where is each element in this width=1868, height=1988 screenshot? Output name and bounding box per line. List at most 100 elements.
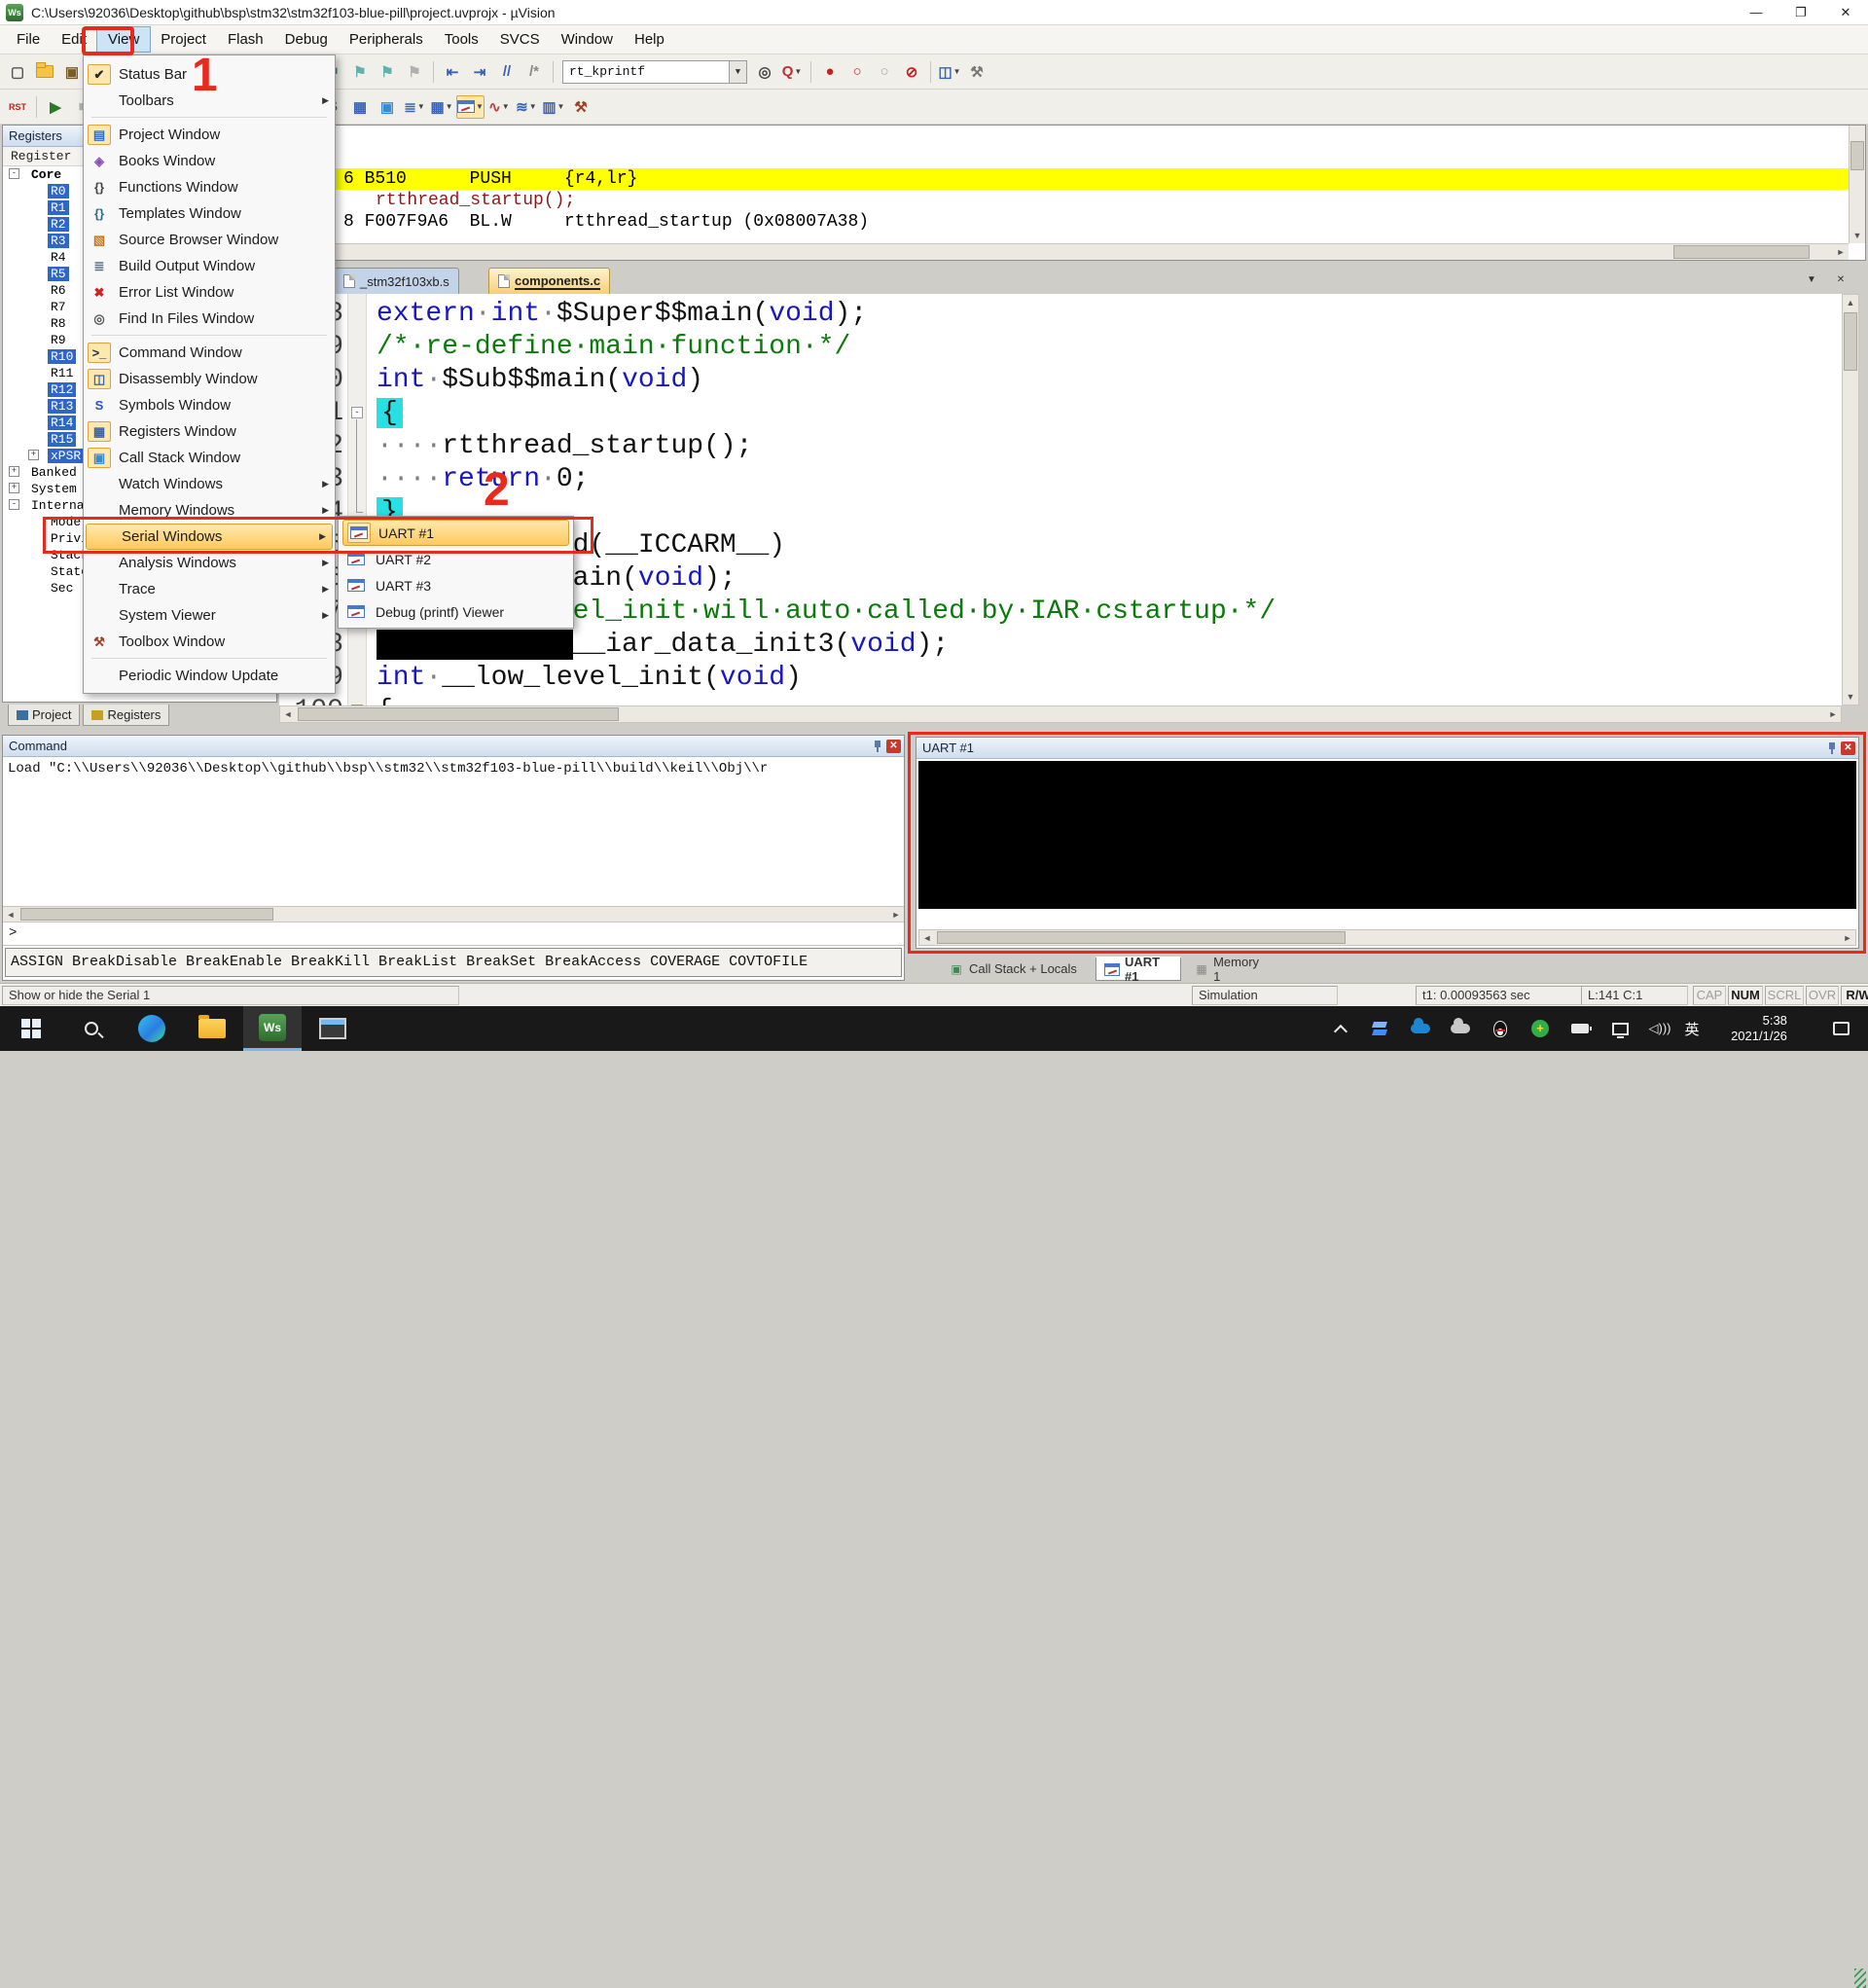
find-icon[interactable]: Q ▼ [779, 60, 805, 84]
tab-list-icon[interactable]: ▼ [1802, 271, 1821, 289]
window-layout-icon[interactable]: ◫ ▼ [937, 60, 962, 84]
file-explorer-icon[interactable] [183, 1006, 241, 1051]
menu-window[interactable]: Window [551, 27, 624, 52]
menu-tools[interactable]: Tools [434, 27, 489, 52]
app-stack-icon[interactable] [1361, 1006, 1400, 1051]
battery-icon[interactable] [1561, 1006, 1599, 1051]
comment-icon[interactable]: // [494, 60, 520, 84]
memory-windows-icon[interactable]: ▦ ▼ [429, 95, 454, 119]
disable-breakpoints-icon[interactable]: ○ [872, 60, 897, 84]
tab-close-icon[interactable]: ✕ [1831, 271, 1850, 289]
close-button[interactable]: ✕ [1823, 0, 1868, 25]
find-in-files-icon[interactable]: ◎ [752, 60, 777, 84]
toggle-breakpoint-icon[interactable]: ○ [844, 60, 870, 84]
menu-svcs[interactable]: SVCS [489, 27, 551, 52]
menu-item-watch-windows[interactable]: Watch Windows ▶ [84, 471, 335, 497]
pin-icon[interactable] [873, 741, 882, 752]
volume-icon[interactable]: ◁))) [1640, 1006, 1679, 1051]
bottom-tab-call-stack-locals[interactable]: ▣ Call Stack + Locals [941, 957, 1085, 981]
panel-tab-project[interactable]: Project [8, 705, 81, 726]
menu-debug[interactable]: Debug [274, 27, 339, 52]
menu-item-periodic-window-update[interactable]: Periodic Window Update [84, 663, 335, 689]
command-output[interactable]: Load "C:\\Users\\92036\\Desktop\\github\… [3, 757, 904, 906]
analysis-windows-icon[interactable]: ∿ ▼ [486, 95, 512, 119]
onedrive-icon[interactable] [1401, 1006, 1440, 1051]
edge-icon[interactable] [123, 1006, 181, 1051]
submenu-item-uart-3[interactable]: UART #3 [341, 572, 571, 598]
qq-icon[interactable] [1481, 1006, 1520, 1051]
antivirus-shield-icon[interactable]: + [1521, 1006, 1560, 1051]
trace-windows-icon[interactable]: ≋ ▼ [514, 95, 539, 119]
editor-hscrollbar[interactable]: ◄ ► [279, 705, 1842, 723]
configure-tools-icon[interactable]: ⚒ [964, 60, 989, 84]
notification-icon[interactable] [1821, 1006, 1860, 1051]
close-icon[interactable]: ✕ [886, 740, 901, 753]
bookmark-clear-icon[interactable]: ⚑ [402, 60, 427, 84]
tree-expander-icon[interactable]: + [28, 450, 39, 460]
screen-capture-icon[interactable] [304, 1006, 362, 1051]
menu-file[interactable]: File [6, 27, 51, 52]
indent-left-icon[interactable]: ⇤ [440, 60, 465, 84]
menu-item-error-list-window[interactable]: ✖ Error List Window [84, 279, 335, 306]
uvision-taskbar-icon[interactable]: Ws [243, 1006, 302, 1051]
reset-icon[interactable]: RST [5, 95, 30, 119]
tray-expand-icon[interactable] [1321, 1006, 1360, 1051]
bookmark-prev-icon[interactable]: ⚑ [347, 60, 373, 84]
display-icon[interactable] [1600, 1006, 1639, 1051]
maximize-button[interactable]: ❐ [1778, 0, 1823, 25]
menu-item-call-stack-window[interactable]: ▣ Call Stack Window [84, 445, 335, 471]
editor-tab-stm32f103xb-s[interactable]: _stm32f103xb.s [334, 268, 459, 294]
watch-windows-icon[interactable]: ≣ ▼ [402, 95, 427, 119]
menu-item-source-browser-window[interactable]: ▧ Source Browser Window [84, 227, 335, 253]
registers-window-icon[interactable]: ▦ [347, 95, 373, 119]
disassembly-hscrollbar[interactable]: ◄ ► [280, 243, 1849, 260]
bottom-tab-uart-1[interactable]: UART #1 [1096, 955, 1181, 984]
disassembly-window[interactable]: ▲ ▼ ◄ ► 6 B510 PUSH {r4,lr}rtthread_star… [279, 125, 1866, 261]
menu-item-analysis-windows[interactable]: Analysis Windows ▶ [84, 550, 335, 576]
resize-grip[interactable] [1854, 1969, 1866, 1988]
menu-item-find-in-files-window[interactable]: ◎ Find In Files Window [84, 306, 335, 332]
minimize-button[interactable]: — [1734, 0, 1778, 25]
menu-flash[interactable]: Flash [217, 27, 274, 52]
menu-item-symbols-window[interactable]: S Symbols Window [84, 392, 335, 418]
start-button[interactable] [2, 1006, 60, 1051]
command-input[interactable]: > [3, 922, 904, 946]
editor-vscrollbar[interactable]: ▲ ▼ [1842, 294, 1859, 705]
menu-help[interactable]: Help [624, 27, 675, 52]
menu-item-system-viewer[interactable]: System Viewer ▶ [84, 602, 335, 629]
search-combo-input[interactable]: rt_kprintf ▼ [562, 59, 747, 84]
combo-dropdown-icon[interactable]: ▼ [729, 60, 746, 83]
search-icon[interactable] [62, 1006, 121, 1051]
command-hscrollbar[interactable]: ◄ ► [3, 906, 904, 922]
bottom-tab-memory-1[interactable]: ▦ Memory 1 [1187, 955, 1271, 984]
menu-item-build-output-window[interactable]: ≣ Build Output Window [84, 253, 335, 279]
menu-item-templates-window[interactable]: {} Templates Window [84, 200, 335, 227]
insert-breakpoint-icon[interactable]: ● [817, 60, 843, 84]
menu-item-toolbox-window[interactable]: ⚒ Toolbox Window [84, 629, 335, 655]
tree-expander-icon[interactable]: - [9, 168, 19, 179]
command-list-bar[interactable]: ASSIGN BreakDisable BreakEnable BreakKil… [5, 948, 902, 977]
menu-project[interactable]: Project [150, 27, 217, 52]
menu-item-books-window[interactable]: ◈ Books Window [84, 148, 335, 174]
serial-windows-icon[interactable]: ▼ [456, 94, 485, 119]
kill-breakpoints-icon[interactable]: ⊘ [899, 60, 924, 84]
fold-toggle-icon[interactable]: - [351, 407, 363, 418]
run-icon[interactable]: ▶ [43, 95, 68, 119]
menu-item-trace[interactable]: Trace ▶ [84, 576, 335, 602]
disassembly-vscrollbar[interactable]: ▼ [1849, 126, 1865, 243]
menu-item-project-window[interactable]: ▤ Project Window [84, 122, 335, 148]
submenu-item-debug-printf-viewer[interactable]: Debug (printf) Viewer [341, 598, 571, 625]
open-folder-icon[interactable] [32, 60, 57, 84]
editor-tab-components-c[interactable]: components.c [488, 268, 611, 294]
menu-item-registers-window[interactable]: ▦ Registers Window [84, 418, 335, 445]
indent-right-icon[interactable]: ⇥ [467, 60, 492, 84]
ime-indicator[interactable]: 英 [1677, 1006, 1706, 1051]
tree-expander-icon[interactable]: + [9, 483, 19, 493]
system-viewer-icon[interactable]: ▥ ▼ [541, 95, 566, 119]
tree-expander-icon[interactable]: + [9, 466, 19, 477]
menu-peripherals[interactable]: Peripherals [339, 27, 434, 52]
menu-item-disassembly-window[interactable]: ◫ Disassembly Window [84, 366, 335, 392]
call-stack-window-icon[interactable]: ▣ [375, 95, 400, 119]
menu-item-functions-window[interactable]: {} Functions Window [84, 174, 335, 200]
clock[interactable]: 5:38 2021/1/26 [1710, 1006, 1808, 1051]
